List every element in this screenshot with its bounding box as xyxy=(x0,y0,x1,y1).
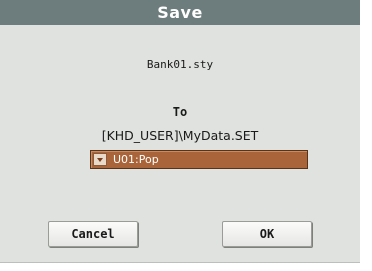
destination-label: To xyxy=(172,105,188,119)
destination-path: [KHD_USER]\MyData.SET xyxy=(101,128,259,143)
save-dialog: Save Bank01.sty To [KHD_USER]\MyData.SET… xyxy=(0,0,360,263)
source-filename: Bank01.sty xyxy=(146,58,214,71)
bank-select-value: U01:Pop xyxy=(113,153,159,166)
dialog-title: Save xyxy=(0,0,360,25)
cancel-button[interactable]: Cancel xyxy=(48,221,138,247)
bank-select[interactable]: U01:Pop xyxy=(90,150,308,169)
ok-button[interactable]: OK xyxy=(222,221,312,247)
chevron-down-icon[interactable] xyxy=(93,153,107,166)
